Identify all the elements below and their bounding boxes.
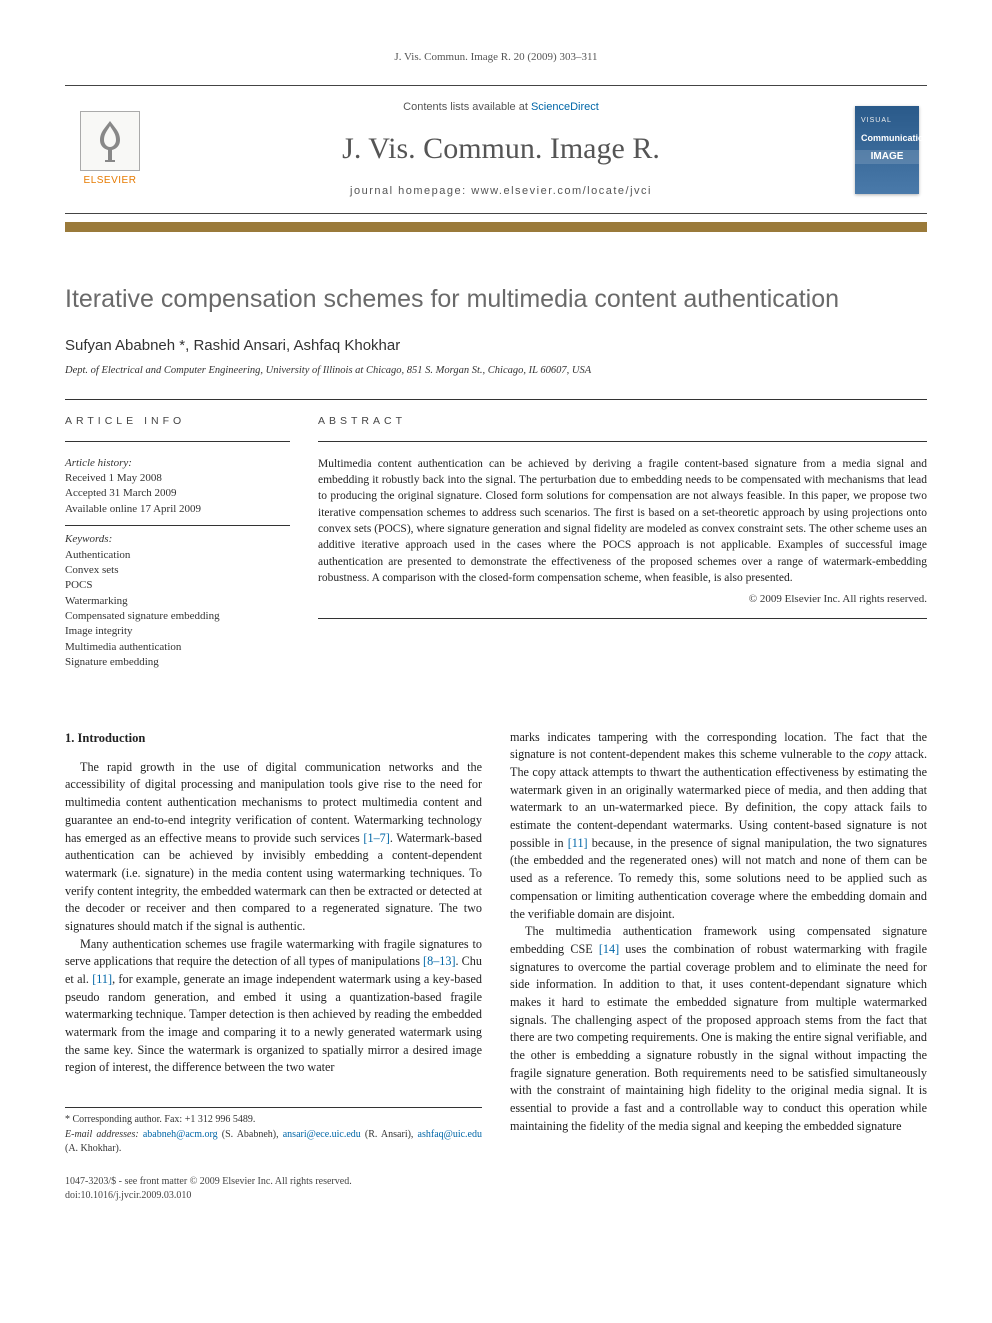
citation-link[interactable]: [11] <box>92 972 112 986</box>
text-run: uses the combination of robust watermark… <box>510 942 927 1133</box>
abstract-text: Multimedia content authentication can be… <box>318 456 927 587</box>
contents-available-line: Contents lists available at ScienceDirec… <box>403 100 599 115</box>
cover-band-text: IMAGE <box>871 150 904 164</box>
abstract-copyright: © 2009 Elsevier Inc. All rights reserved… <box>318 592 927 607</box>
article-info-heading: article info <box>65 414 290 429</box>
cover-line-2: Communication <box>861 132 929 145</box>
affiliation: Dept. of Electrical and Computer Enginee… <box>65 364 927 379</box>
abstract-heading: abstract <box>318 414 927 429</box>
keyword-item: Image integrity <box>65 624 290 639</box>
publisher-logo-block: ELSEVIER <box>65 86 155 213</box>
history-label: Article history: <box>65 456 290 471</box>
divider <box>65 441 290 442</box>
author-list: Sufyan Ababneh *, Rashid Ansari, Ashfaq … <box>65 335 927 356</box>
journal-homepage-line: journal homepage: www.elsevier.com/locat… <box>350 184 652 199</box>
keyword-item: Signature embedding <box>65 655 290 670</box>
footnotes: * Corresponding author. Fax: +1 312 996 … <box>65 1107 482 1157</box>
citation-link[interactable]: [11] <box>568 836 588 850</box>
divider <box>318 441 927 442</box>
article-history: Article history: Received 1 May 2008 Acc… <box>65 456 290 671</box>
section-heading-1: 1. Introduction <box>65 729 482 747</box>
email-link[interactable]: ababneh@acm.org <box>143 1129 218 1140</box>
text-run: Many authentication schemes use fragile … <box>65 937 482 969</box>
homepage-prefix: journal homepage: <box>350 185 471 197</box>
keyword-item: Compensated signature embedding <box>65 609 290 624</box>
paragraph: marks indicates tampering with the corre… <box>510 729 927 924</box>
front-matter-footer: 1047-3203/$ - see front matter © 2009 El… <box>65 1175 927 1203</box>
body-column-right: marks indicates tampering with the corre… <box>510 729 927 1157</box>
keywords-label: Keywords: <box>65 532 290 547</box>
paragraph: The rapid growth in the use of digital c… <box>65 759 482 936</box>
citation-link[interactable]: [1–7] <box>363 831 389 845</box>
issn-line: 1047-3203/$ - see front matter © 2009 El… <box>65 1175 927 1189</box>
journal-cover-thumb: VISUAL Communication IMAGE <box>847 86 927 213</box>
citation-link[interactable]: [8–13] <box>423 954 456 968</box>
email-link[interactable]: ansari@ece.uic.edu <box>283 1129 361 1140</box>
text-run: (A. Khokhar). <box>65 1143 121 1154</box>
cover-line-1: VISUAL <box>861 116 892 126</box>
elsevier-tree-icon <box>80 111 140 171</box>
doi-line: doi:10.1016/j.jvcir.2009.03.010 <box>65 1189 927 1203</box>
email-addresses: E-mail addresses: ababneh@acm.org (S. Ab… <box>65 1128 482 1157</box>
keywords-list: AuthenticationConvex setsPOCSWatermarkin… <box>65 548 290 671</box>
text-run: attack. The copy attack attempts to thwa… <box>510 747 927 849</box>
keyword-item: Convex sets <box>65 563 290 578</box>
article-body: 1. Introduction The rapid growth in the … <box>65 729 927 1157</box>
keyword-item: Authentication <box>65 548 290 563</box>
text-run: (R. Ansari), <box>361 1129 418 1140</box>
accent-bar <box>65 222 927 232</box>
elsevier-label: ELSEVIER <box>84 174 137 188</box>
keyword-item: POCS <box>65 578 290 593</box>
divider <box>65 399 927 400</box>
citation-link[interactable]: [14] <box>599 942 619 956</box>
keyword-item: Watermarking <box>65 594 290 609</box>
body-column-left: 1. Introduction The rapid growth in the … <box>65 729 482 1157</box>
journal-masthead: ELSEVIER Contents lists available at Sci… <box>65 85 927 214</box>
homepage-url: www.elsevier.com/locate/jvci <box>471 185 652 197</box>
email-label: E-mail addresses: <box>65 1129 139 1140</box>
emphasis: copy <box>868 747 891 761</box>
article-title: Iterative compensation schemes for multi… <box>65 282 927 317</box>
email-link[interactable]: ashfaq@uic.edu <box>418 1129 482 1140</box>
sciencedirect-link[interactable]: ScienceDirect <box>531 101 599 113</box>
history-received: Received 1 May 2008 <box>65 471 290 486</box>
paragraph: The multimedia authentication framework … <box>510 923 927 1135</box>
text-run: . Watermark-based authentication can be … <box>65 831 482 933</box>
divider <box>318 618 927 619</box>
history-online: Available online 17 April 2009 <box>65 502 290 517</box>
paragraph: Many authentication schemes use fragile … <box>65 936 482 1078</box>
contents-prefix: Contents lists available at <box>403 101 531 113</box>
corresponding-author-note: * Corresponding author. Fax: +1 312 996 … <box>65 1113 482 1128</box>
text-run: marks indicates tampering with the corre… <box>510 730 927 762</box>
running-head: J. Vis. Commun. Image R. 20 (2009) 303–3… <box>65 50 927 65</box>
text-run: (S. Ababneh), <box>218 1129 283 1140</box>
history-accepted: Accepted 31 March 2009 <box>65 486 290 501</box>
keyword-item: Multimedia authentication <box>65 640 290 655</box>
journal-title: J. Vis. Commun. Image R. <box>342 128 660 170</box>
text-run: , for example, generate an image indepen… <box>65 972 482 1074</box>
